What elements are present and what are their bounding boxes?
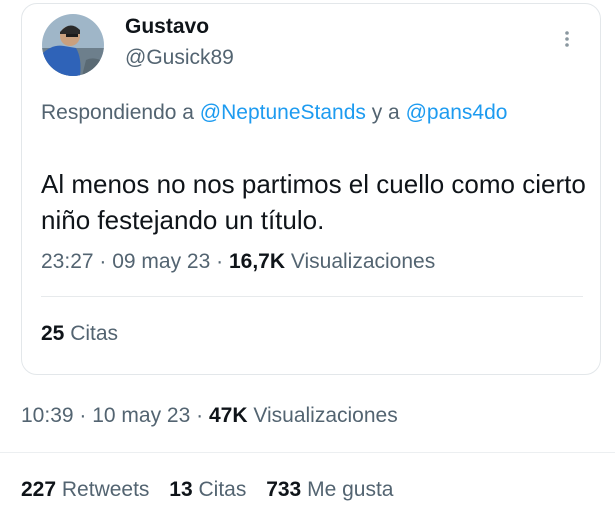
quotes-stat[interactable]: 13 Citas xyxy=(169,478,246,501)
replying-prefix: Respondiendo a xyxy=(41,101,200,124)
likes-count: 733 xyxy=(266,478,302,501)
display-name[interactable]: Gustavo xyxy=(125,15,209,39)
quotes-count: 25 xyxy=(41,322,65,345)
tweet-timestamp-row: 23:27 · 09 may 23 · 16,7K Visualizacione… xyxy=(41,250,436,273)
quotes-label: Citas xyxy=(198,478,247,501)
post-time[interactable]: 10:39 xyxy=(21,404,74,427)
quotes-count: 13 xyxy=(169,478,193,501)
retweets-label: Retweets xyxy=(61,478,150,501)
tweet-text: Al menos no nos partimos el cuello como … xyxy=(41,169,586,235)
engagement-stats: 227 Retweets 13 Citas 733 Me gusta xyxy=(21,478,407,502)
replying-joiner: y a xyxy=(365,101,406,124)
post-timestamp-row: 10:39 · 10 may 23 · 47K Visualizaciones xyxy=(21,404,398,427)
tweet-time[interactable]: 23:27 xyxy=(41,250,94,273)
more-vertical-icon[interactable] xyxy=(555,24,579,54)
views-count: 16,7K xyxy=(228,250,286,273)
mention-link[interactable]: @NeptuneStands xyxy=(200,101,366,124)
replying-to: Respondiendo a @NeptuneStands y a @pans4… xyxy=(41,97,581,128)
tweet-date[interactable]: 09 may 23 xyxy=(112,250,210,273)
retweets-count: 227 xyxy=(21,478,57,501)
quoted-tweet-card[interactable]: Gustavo @Gusick89 Respondiendo a @Neptun… xyxy=(21,3,601,375)
retweets-stat[interactable]: 227 Retweets xyxy=(21,478,149,501)
quotes-label: Citas xyxy=(70,322,119,345)
quotes-count-link[interactable]: 25 Citas xyxy=(41,322,118,346)
divider xyxy=(0,452,615,453)
post-date[interactable]: 10 may 23 xyxy=(92,404,190,427)
divider xyxy=(41,296,583,297)
mention-link[interactable]: @pans4do xyxy=(406,101,508,124)
post-views-label: Visualizaciones xyxy=(253,404,398,427)
user-avatar[interactable] xyxy=(42,14,104,76)
user-handle[interactable]: @Gusick89 xyxy=(125,46,234,70)
post-views-count: 47K xyxy=(208,404,248,427)
views-label: Visualizaciones xyxy=(290,250,436,273)
likes-label: Me gusta xyxy=(307,478,394,501)
likes-stat[interactable]: 733 Me gusta xyxy=(266,478,393,501)
